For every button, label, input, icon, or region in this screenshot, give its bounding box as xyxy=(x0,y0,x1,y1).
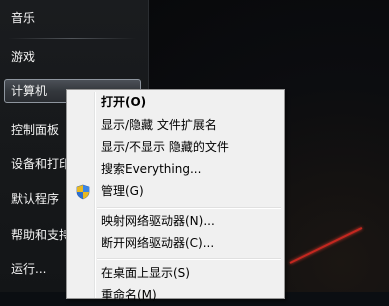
start-item-games[interactable]: 游戏 xyxy=(4,45,141,69)
menu-item-toggle-hidden-files[interactable]: 显示/不显示 隐藏的文件 xyxy=(69,137,282,158)
menu-item-label: 搜索Everything... xyxy=(101,162,202,176)
menu-item-label: 映射网络驱动器(N)... xyxy=(101,214,215,228)
menu-item-label: 打开(O) xyxy=(101,95,147,109)
menu-item-label: 管理(G) xyxy=(101,184,144,198)
menu-item-map-network-drive[interactable]: 映射网络驱动器(N)... xyxy=(69,211,282,232)
menu-separator xyxy=(97,258,281,260)
menu-item-label: 显示/不显示 隐藏的文件 xyxy=(101,140,229,154)
start-menu-separator xyxy=(8,38,136,39)
start-item-music[interactable]: 音乐 xyxy=(4,6,141,30)
context-menu: 打开(O) 显示/隐藏 文件扩展名 显示/不显示 隐藏的文件 搜索Everyth… xyxy=(66,89,285,302)
menu-item-manage[interactable]: 管理(G) xyxy=(69,181,282,202)
menu-separator xyxy=(97,207,281,209)
menu-item-label: 显示/隐藏 文件扩展名 xyxy=(101,118,217,132)
menu-item-rename[interactable]: 重命名(M) xyxy=(69,285,282,306)
menu-item-label: 重命名(M) xyxy=(101,288,157,302)
menu-item-label: 断开网络驱动器(C)... xyxy=(101,236,215,250)
menu-item-search-everything[interactable]: 搜索Everything... xyxy=(69,159,282,180)
menu-item-show-on-desktop[interactable]: 在桌面上显示(S) xyxy=(69,263,282,284)
menu-item-open[interactable]: 打开(O) xyxy=(69,92,282,113)
menu-item-label: 在桌面上显示(S) xyxy=(101,266,190,280)
uac-shield-icon xyxy=(75,184,91,200)
menu-item-disconnect-network-drive[interactable]: 断开网络驱动器(C)... xyxy=(69,233,282,254)
menu-item-toggle-extensions[interactable]: 显示/隐藏 文件扩展名 xyxy=(69,115,282,136)
